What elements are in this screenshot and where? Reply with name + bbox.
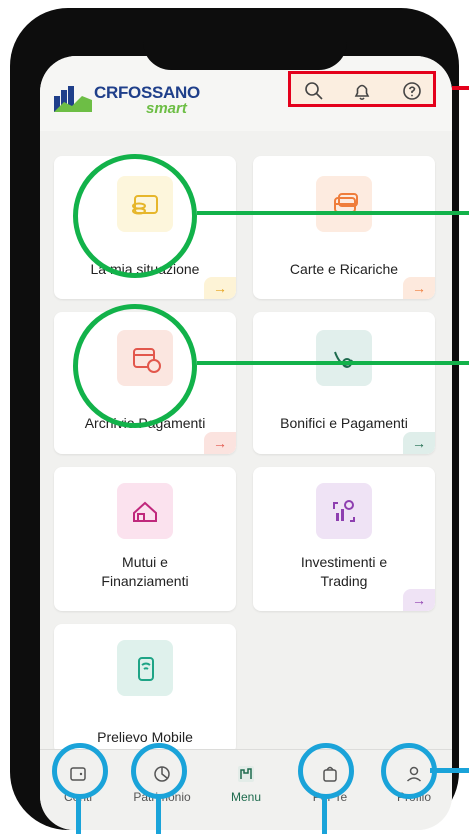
blue-annotation-line <box>322 795 327 834</box>
help-icon[interactable] <box>401 80 423 102</box>
nav-label: Per Te <box>312 790 348 804</box>
nav-menu[interactable]: Menu <box>210 764 282 804</box>
nav-label: Menu <box>230 790 262 804</box>
app-screen: CRFOSSANO smart La mia situazione → Cart… <box>40 56 452 830</box>
card-mutui[interactable]: Mutui e Finanziamenti <box>54 467 236 611</box>
phone-notch <box>143 16 347 70</box>
arrow-right-icon: → <box>403 277 435 299</box>
card-label: Carte e Ricariche <box>289 261 399 277</box>
bottom-navigation: Conti Patrimonio Menu Per Te Profilo <box>40 749 452 830</box>
card-archivio[interactable]: Archivio Pagamenti → <box>54 312 236 454</box>
arrow-right-icon: → <box>204 432 236 454</box>
green-annotation-line <box>197 361 469 365</box>
calendar-icon <box>117 330 173 386</box>
card-label: Archivio Pagamenti <box>84 415 206 431</box>
chart-search-icon <box>316 483 372 539</box>
green-annotation-line <box>197 211 469 215</box>
nav-patrimonio[interactable]: Patrimonio <box>126 764 198 804</box>
blue-annotation-line <box>430 768 469 773</box>
card-prelievo[interactable]: Prelievo Mobile <box>54 624 236 754</box>
pie-icon <box>154 766 170 782</box>
card-carte[interactable]: Carte e Ricariche → <box>253 156 435 299</box>
card-label: Mutui e Finanziamenti <box>101 554 189 589</box>
logo-mark-icon <box>54 86 92 112</box>
header-actions <box>288 71 436 107</box>
nav-label: Profilo <box>396 790 431 804</box>
wallet-coins-icon <box>117 176 173 232</box>
red-annotation-line <box>452 86 469 90</box>
phone-contactless-icon <box>117 640 173 696</box>
wallet-icon <box>70 767 86 781</box>
blue-annotation-line <box>156 795 161 834</box>
card-label: Investimenti e Trading <box>300 554 388 589</box>
phone-frame: CRFOSSANO smart La mia situazione → Cart… <box>10 8 459 830</box>
bag-icon <box>323 766 337 782</box>
brand-logo: CRFOSSANO smart <box>54 82 214 118</box>
blue-annotation-line <box>76 795 81 834</box>
nav-per-te[interactable]: Per Te <box>294 764 366 804</box>
nav-label: Patrimonio <box>133 790 191 804</box>
card-label: Bonifici e Pagamenti <box>280 415 408 431</box>
brand-sub: smart <box>146 100 187 117</box>
card-bonifici[interactable]: Bonifici e Pagamenti → <box>253 312 435 454</box>
card-label: Prelievo Mobile <box>97 729 193 745</box>
house-like-icon <box>117 483 173 539</box>
bell-icon[interactable] <box>351 80 373 102</box>
arrow-right-icon: → <box>403 589 435 611</box>
transfer-hand-icon <box>316 330 372 386</box>
card-label: La mia situazione <box>90 261 200 277</box>
menu-icon <box>238 766 254 782</box>
user-icon <box>406 766 422 782</box>
search-icon[interactable] <box>303 80 325 102</box>
card-investimenti[interactable]: Investimenti e Trading → <box>253 467 435 611</box>
arrow-right-icon: → <box>204 277 236 299</box>
card-situazione[interactable]: La mia situazione → <box>54 156 236 299</box>
cards-icon <box>316 176 372 232</box>
arrow-right-icon: → <box>403 432 435 454</box>
